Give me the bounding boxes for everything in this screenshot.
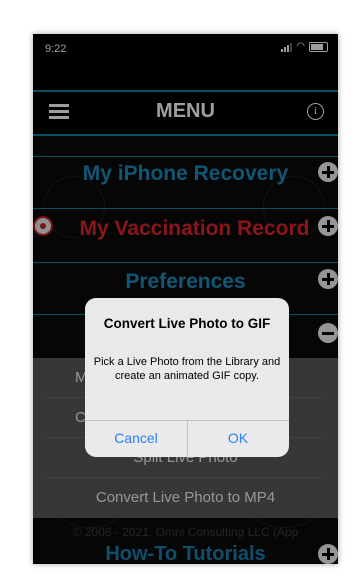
alert-dialog: Convert Live Photo to GIF Pick a Live Ph… — [85, 298, 289, 457]
dialog-title: Convert Live Photo to GIF — [103, 316, 271, 331]
dialog-message: Pick a Live Photo from the Library and c… — [93, 356, 281, 382]
phone-screen: 9:22 ◠ MENU i My iPhone Recovery My Vacc… — [33, 34, 338, 564]
cancel-button[interactable]: Cancel — [85, 420, 187, 457]
ok-button[interactable]: OK — [187, 420, 289, 457]
